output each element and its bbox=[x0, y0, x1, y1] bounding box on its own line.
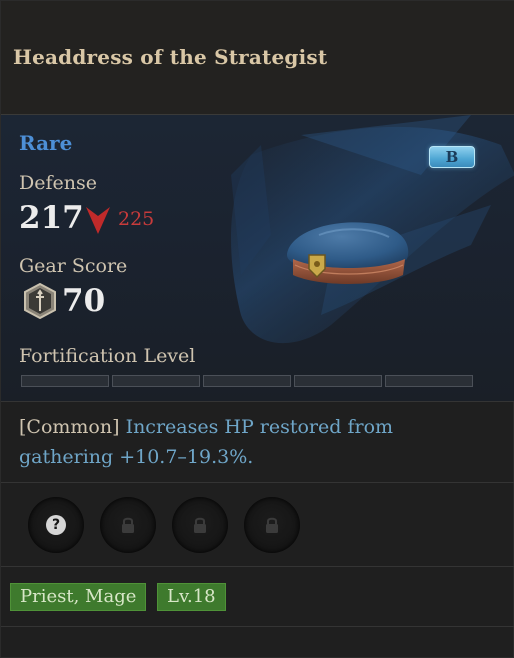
socket-slot-locked[interactable] bbox=[100, 497, 156, 553]
question-mark-icon: ? bbox=[46, 515, 66, 535]
lock-icon bbox=[122, 517, 134, 533]
tooltip-header: Headdress of the Strategist bbox=[1, 1, 514, 115]
item-rarity: Rare bbox=[19, 131, 73, 155]
effect-tier: [Common] bbox=[19, 416, 120, 438]
gear-score-label: Gear Score bbox=[19, 255, 128, 277]
defense-value: 217 bbox=[19, 200, 84, 236]
defense-label: Defense bbox=[19, 172, 97, 194]
item-name: Headdress of the Strategist bbox=[13, 45, 328, 69]
gear-score-shield-icon bbox=[24, 283, 56, 319]
fortification-segment bbox=[112, 375, 200, 387]
grade-badge: B bbox=[429, 146, 475, 168]
fortification-segment bbox=[294, 375, 382, 387]
blue-beret-hat-image bbox=[287, 222, 409, 284]
defense-compare-value: 225 bbox=[118, 208, 155, 230]
lock-icon bbox=[266, 517, 278, 533]
socket-row: ? bbox=[1, 483, 514, 567]
socket-slot[interactable]: ? bbox=[28, 497, 84, 553]
fortification-label: Fortification Level bbox=[19, 345, 196, 367]
class-restriction-tag: Priest, Mage bbox=[10, 583, 147, 611]
socket-slot-locked[interactable] bbox=[244, 497, 300, 553]
item-stats-panel: Rare B Defense 217 225 Gear Score 70 For… bbox=[1, 115, 514, 401]
item-tooltip: Headdress of the Strategist Rare B Defen… bbox=[0, 0, 514, 658]
requirement-tags: Priest, Mage Lv.18 bbox=[1, 567, 514, 627]
down-arrow-icon bbox=[86, 207, 110, 234]
lock-icon bbox=[194, 517, 206, 533]
fortification-segment bbox=[385, 375, 473, 387]
level-requirement-tag: Lv.18 bbox=[157, 583, 226, 611]
item-effect: [Common] Increases HP restored from gath… bbox=[1, 401, 514, 483]
fortification-segment bbox=[203, 375, 291, 387]
gear-score-value: 70 bbox=[62, 283, 106, 319]
effect-text: [Common] Increases HP restored from gath… bbox=[19, 412, 489, 472]
socket-slot-locked[interactable] bbox=[172, 497, 228, 553]
fortification-segment bbox=[21, 375, 109, 387]
